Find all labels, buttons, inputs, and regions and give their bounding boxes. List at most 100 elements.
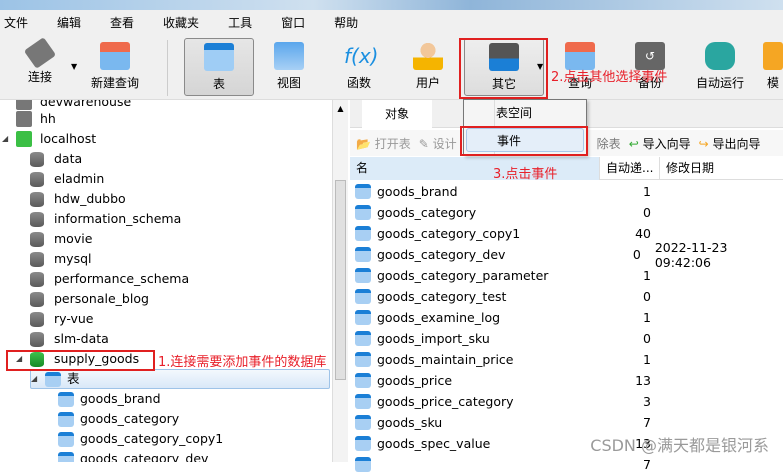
row-name: goods_category [377, 205, 477, 220]
table-label: goods_category_copy1 [80, 431, 224, 446]
connect-button[interactable]: 连接 [5, 37, 75, 96]
table-icon [355, 289, 371, 304]
menu-help[interactable]: 帮助 [330, 14, 358, 31]
table-row[interactable]: goods_sku 7 [355, 412, 783, 433]
row-name-cell: goods_spec_value [355, 436, 595, 451]
tree-table[interactable]: goods_category_copy1 [58, 429, 223, 449]
row-name: goods_spec_value [377, 436, 491, 451]
menu-edit[interactable]: 编辑 [53, 14, 81, 31]
database-label: personale_blog [54, 291, 149, 306]
table-icon [355, 226, 371, 241]
tree-database[interactable]: eladmin [30, 169, 104, 189]
expand-arrow-icon[interactable]: ◢ [31, 369, 45, 389]
model-button[interactable]: 模 [758, 38, 783, 96]
export-wizard-button[interactable]: ↪ 导出向导 [699, 135, 761, 152]
table-label: 表 [212, 77, 225, 91]
menu-tools[interactable]: 工具 [224, 14, 252, 31]
open-table-label: 打开表 [374, 136, 411, 151]
database-icon [30, 271, 44, 287]
table-header: 名 自动递... 修改日期 [350, 157, 783, 180]
column-modified-date[interactable]: 修改日期 [660, 157, 783, 180]
tree-table[interactable]: goods_brand [58, 389, 161, 409]
import-label: 导入向导 [642, 136, 691, 151]
scrollbar-thumb[interactable] [335, 180, 346, 380]
delete-table-button[interactable]: 除表 [597, 135, 621, 152]
view-button[interactable]: 视图 [254, 38, 324, 96]
row-name: goods_brand [377, 184, 458, 199]
table-row[interactable]: goods_maintain_price 1 [355, 349, 783, 370]
menu-item-tablespace[interactable]: 表空间 [466, 101, 584, 125]
menu-file[interactable]: 文件 [0, 14, 28, 31]
row-auto-increment: 0 [643, 205, 651, 220]
database-label: hdw_dubbo [54, 191, 126, 206]
table-row[interactable]: goods_price_category 3 [355, 391, 783, 412]
table-row[interactable]: goods_category_test 0 [355, 286, 783, 307]
tree-database[interactable]: personale_blog [30, 289, 149, 309]
table-label: goods_category [80, 411, 180, 426]
table-icon [204, 43, 234, 71]
database-icon [30, 231, 44, 247]
tree-table[interactable]: goods_category_dev [58, 449, 208, 462]
tree-scrollbar[interactable]: ▲ [332, 100, 348, 462]
annotation-step3: 3.点击事件 [493, 167, 558, 182]
row-name: goods_sku [377, 415, 443, 430]
table-row[interactable]: goods_price 13 [355, 370, 783, 391]
row-name-cell: goods_brand [355, 184, 595, 199]
column-name[interactable]: 名 [350, 157, 600, 180]
user-button[interactable]: 用户 [393, 38, 463, 96]
tree-connection-localhost[interactable]: ◢ localhost [2, 129, 96, 149]
database-label: ry-vue [54, 311, 94, 326]
tree-database[interactable]: movie [30, 229, 92, 249]
row-name-cell: goods_import_sku [355, 331, 595, 346]
row-auto-increment: 1 [643, 184, 651, 199]
table-row[interactable]: goods_import_sku 0 [355, 328, 783, 349]
column-auto-increment-label: 自动递... [606, 161, 654, 175]
table-row[interactable]: goods_category_dev 0 2022-11-23 09:42:06 [355, 240, 783, 270]
table-button[interactable]: 表 [184, 38, 254, 96]
function-button[interactable]: f(x) 函数 [324, 38, 394, 96]
menu-window[interactable]: 窗口 [277, 14, 305, 31]
tree-tables-node[interactable]: ◢ 表 [30, 369, 330, 389]
column-name-label: 名 [356, 161, 369, 175]
column-modified-date-label: 修改日期 [666, 161, 715, 175]
table-icon [355, 394, 371, 409]
row-auto-increment: 7 [643, 415, 651, 430]
tree-database[interactable]: mysql [30, 249, 92, 269]
tab-objects[interactable]: 对象 [362, 100, 432, 128]
tree-database[interactable]: performance_schema [30, 269, 189, 289]
row-name: goods_price_category [377, 394, 514, 409]
menu-view[interactable]: 查看 [106, 14, 134, 31]
row-name-cell: goods_category [355, 205, 595, 220]
expand-arrow-icon[interactable]: ◢ [2, 129, 16, 149]
open-table-button[interactable]: 📂 打开表 [356, 135, 411, 152]
scroll-up-icon[interactable]: ▲ [333, 104, 348, 113]
tree-table[interactable]: goods_category [58, 409, 179, 429]
new-query-button[interactable]: 新建查询 [80, 38, 150, 96]
table-row[interactable]: 7 [355, 454, 783, 475]
database-label: eladmin [54, 171, 105, 186]
table-row[interactable]: goods_examine_log 1 [355, 307, 783, 328]
tree-connection[interactable]: hh [16, 109, 56, 129]
tree-database[interactable]: hdw_dubbo [30, 189, 126, 209]
auto-run-button[interactable]: 自动运行 [685, 38, 755, 96]
function-label: 函数 [346, 76, 371, 90]
table-row[interactable]: goods_brand 1 [355, 181, 783, 202]
tree-database[interactable]: data [30, 149, 82, 169]
import-wizard-button[interactable]: ↩ 导入向导 [629, 135, 691, 152]
menu-favorites[interactable]: 收藏夹 [159, 14, 199, 31]
tree-database[interactable]: slm-data [30, 329, 109, 349]
column-auto-increment[interactable]: 自动递... [600, 157, 660, 180]
table-row[interactable]: goods_category_parameter 1 [355, 265, 783, 286]
tables-node-label: 表 [67, 371, 80, 386]
database-icon [30, 151, 44, 167]
table-row[interactable]: goods_category 0 [355, 202, 783, 223]
design-table-button[interactable]: ✎ 设计 [419, 135, 457, 152]
row-auto-increment: 1 [643, 310, 651, 325]
tree-database[interactable]: ry-vue [30, 309, 94, 329]
connect-dropdown-icon[interactable]: ▼ [71, 62, 77, 71]
design-table-label: 设计 [432, 136, 457, 151]
database-label: data [54, 151, 83, 166]
row-name-cell: goods_category_copy1 [355, 226, 595, 241]
row-auto-increment: 0 [632, 247, 641, 262]
tree-database[interactable]: information_schema [30, 209, 181, 229]
